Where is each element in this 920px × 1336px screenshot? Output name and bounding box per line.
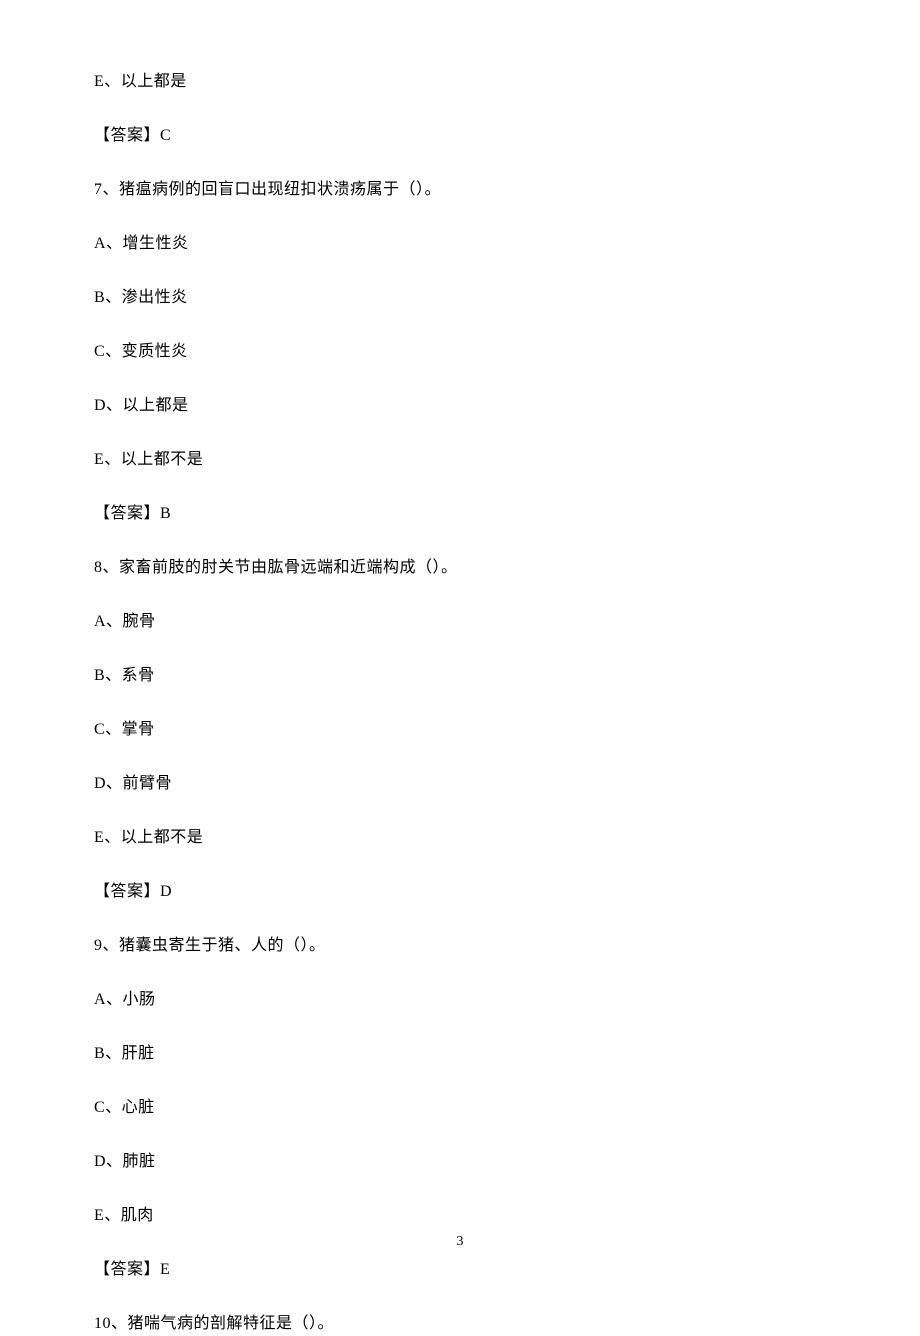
document-page: E、以上都是 【答案】C 7、猪瘟病例的回盲口出现纽扣状溃疡属于（）。 A、增生… <box>0 0 920 1336</box>
option-c: C、变质性炎 <box>94 340 826 364</box>
option-e: E、以上都不是 <box>94 448 826 472</box>
option-e: E、肌肉 <box>94 1204 826 1228</box>
option-a: A、增生性炎 <box>94 232 826 256</box>
option-d: D、以上都是 <box>94 394 826 418</box>
option-c: C、掌骨 <box>94 718 826 742</box>
question-7: 7、猪瘟病例的回盲口出现纽扣状溃疡属于（）。 <box>94 178 826 202</box>
option-a: A、小肠 <box>94 988 826 1012</box>
option-e: E、以上都不是 <box>94 826 826 850</box>
question-8: 8、家畜前肢的肘关节由肱骨远端和近端构成（）。 <box>94 556 826 580</box>
option-b: B、渗出性炎 <box>94 286 826 310</box>
option-e: E、以上都是 <box>94 70 826 94</box>
answer-label: 【答案】D <box>94 880 826 904</box>
page-number: 3 <box>0 1234 920 1250</box>
answer-label: 【答案】B <box>94 502 826 526</box>
question-9: 9、猪囊虫寄生于猪、人的（）。 <box>94 934 826 958</box>
option-d: D、肺脏 <box>94 1150 826 1174</box>
option-d: D、前臂骨 <box>94 772 826 796</box>
answer-label: 【答案】E <box>94 1258 826 1282</box>
question-10: 10、猪喘气病的剖解特征是（）。 <box>94 1312 826 1336</box>
option-b: B、系骨 <box>94 664 826 688</box>
option-b: B、肝脏 <box>94 1042 826 1066</box>
answer-label: 【答案】C <box>94 124 826 148</box>
option-a: A、腕骨 <box>94 610 826 634</box>
option-c: C、心脏 <box>94 1096 826 1120</box>
